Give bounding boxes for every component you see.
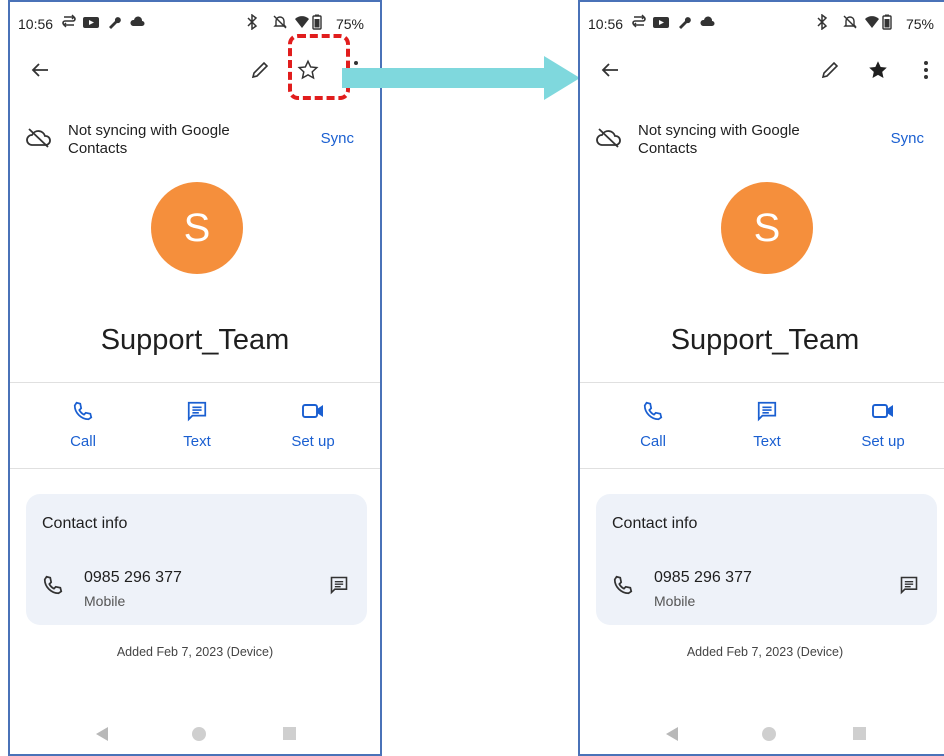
back-arrow-icon [31,63,48,77]
contact-name: Support_Team [670,324,860,356]
sync-status-icon [62,14,76,30]
video-setup-button[interactable]: Set up [848,400,918,450]
message-icon[interactable] [899,575,919,600]
more-options-button[interactable] [912,56,940,84]
added-date: Added Feb 7, 2023 (Device) [116,645,274,659]
nav-back-icon[interactable] [665,726,679,747]
nav-recents-icon[interactable] [283,727,296,740]
setup-label: Set up [861,433,905,450]
phone-icon [42,574,64,601]
wrench-icon [676,14,692,30]
wrench-icon [106,14,122,30]
status-time: 10:56 [18,16,54,32]
call-label: Call [70,433,96,450]
message-icon [757,401,777,422]
avatar: S [151,182,243,274]
call-label: Call [640,433,666,450]
video-icon [872,404,893,418]
message-icon [187,401,207,422]
mute-icon [842,14,858,30]
phone-icon [643,401,663,421]
message-icon[interactable] [329,575,349,600]
status-time: 10:56 [588,16,624,32]
divider [580,468,944,469]
nav-back-icon[interactable] [95,726,109,747]
app-bar [580,48,944,92]
video-icon [302,404,323,418]
cloud-icon [700,14,716,30]
navigation-bar [580,726,944,746]
back-button[interactable] [26,56,54,84]
youtube-icon [82,14,100,30]
contact-info-card: Contact info 0985 296 377 Mobile [596,494,937,625]
phone-number[interactable]: 0985 296 377 [84,569,182,587]
back-arrow-icon [601,63,618,77]
sync-banner: Not syncing with Google Contacts Sync [10,120,380,160]
text-label: Text [753,433,781,450]
phone-type: Mobile [84,593,126,609]
bluetooth-icon [816,13,828,31]
cloud-off-icon [596,127,622,154]
phone-screen-before: 10:56 75% Not syncing with Google Contac… [8,0,382,756]
battery-icon [882,14,892,30]
phone-icon [73,401,93,421]
text-label: Text [183,433,211,450]
mute-icon [272,14,288,30]
navigation-bar [10,726,380,746]
status-bar: 10:56 75% [580,2,944,42]
youtube-icon [652,14,670,30]
call-button[interactable]: Call [618,400,688,450]
avatar: S [721,182,813,274]
star-filled-icon [869,61,887,78]
pencil-icon [251,61,269,79]
sync-status-text: Not syncing with Google Contacts [68,122,230,157]
edit-button[interactable] [816,56,844,84]
added-date: Added Feb 7, 2023 (Device) [686,645,844,659]
nav-recents-icon[interactable] [853,727,866,740]
favorite-highlight [288,34,350,100]
pencil-icon [821,61,839,79]
phone-icon [612,574,634,601]
contact-info-card: Contact info 0985 296 377 Mobile [26,494,367,625]
sync-link[interactable]: Sync [321,130,354,147]
bluetooth-icon [246,13,258,31]
battery-level: 75% [335,16,364,32]
contact-name: Support_Team [100,324,290,356]
more-vert-icon [924,61,928,79]
transition-arrow-icon [342,56,580,100]
sync-link[interactable]: Sync [891,130,924,147]
back-button[interactable] [596,56,624,84]
sync-status-text: Not syncing with Google Contacts [638,122,800,157]
setup-label: Set up [291,433,335,450]
action-row: Call Text Set up [10,400,380,456]
edit-button[interactable] [246,56,274,84]
cloud-icon [130,14,146,30]
wifi-icon [864,14,880,30]
call-button[interactable]: Call [48,400,118,450]
nav-home-icon[interactable] [192,727,206,741]
phone-screen-after: 10:56 75% Not syncing with Google Contac… [578,0,944,756]
divider [10,382,380,383]
action-row: Call Text Set up [580,400,944,456]
divider [580,382,944,383]
battery-level: 75% [905,16,934,32]
video-setup-button[interactable]: Set up [278,400,348,450]
text-button[interactable]: Text [162,400,232,450]
nav-home-icon[interactable] [762,727,776,741]
favorite-button[interactable] [864,56,892,84]
battery-icon [312,14,322,30]
sync-status-icon [632,14,646,30]
phone-type: Mobile [654,593,696,609]
wifi-icon [294,14,310,30]
text-button[interactable]: Text [732,400,802,450]
phone-number[interactable]: 0985 296 377 [654,569,752,587]
contact-info-title: Contact info [42,515,128,532]
sync-banner: Not syncing with Google Contacts Sync [580,120,944,160]
contact-info-title: Contact info [612,515,698,532]
divider [10,468,380,469]
cloud-off-icon [26,127,52,154]
